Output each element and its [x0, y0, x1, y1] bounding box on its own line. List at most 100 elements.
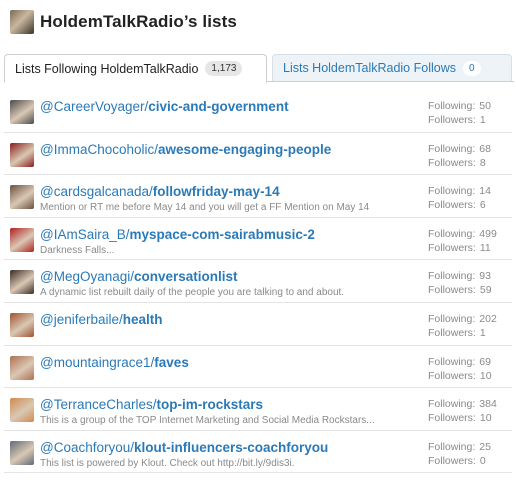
list-owner-avatar[interactable] — [10, 227, 34, 252]
list-owner: @MegOyanagi — [40, 269, 131, 285]
followers-label: Followers: — [428, 114, 476, 126]
list-owner-avatar[interactable] — [10, 312, 34, 337]
list-item: @MegOyanagi/conversationlist A dynamic l… — [4, 260, 512, 303]
list-title-link[interactable]: @jeniferbaile/health — [40, 312, 163, 327]
list-item: @mountaingrace1/faves Following: 69 Follo… — [4, 346, 512, 389]
list-owner: @jeniferbaile — [40, 311, 119, 327]
list-title-link[interactable]: @CareerVoyager/civic-and-government — [40, 99, 289, 114]
list-item: @Coachforyou/klout-influencers-coachfory… — [4, 431, 512, 474]
page-title: HoldemTalkRadio’s lists — [40, 12, 237, 31]
following-label: Following: — [428, 312, 476, 325]
following-label: Following: — [428, 355, 476, 368]
followers-count: 0 — [479, 454, 486, 467]
followers-label: Followers: — [428, 156, 476, 169]
list-stats: Following: 384 Followers: 10 — [428, 397, 497, 425]
list-slug: klout-influencers-coachforyou — [134, 439, 329, 455]
list-owner-avatar[interactable] — [10, 398, 34, 423]
list-stats: Following: 202 Followers: 1 — [428, 312, 497, 340]
list-owner: @cardsgalcanada — [40, 184, 150, 200]
list-stats: Following: 69 Followers: 10 — [428, 355, 492, 383]
tab-label: Lists Following HoldemTalkRadio — [15, 61, 199, 76]
list-description: A dynamic list rebuilt daily of the peop… — [40, 287, 345, 299]
list-title-link[interactable]: @MegOyanagi/conversationlist — [40, 269, 238, 284]
list-description: This list is powered by Klout. Check out… — [40, 457, 295, 469]
list-title-link[interactable]: @TerranceCharles/top-im-rockstars — [40, 397, 263, 412]
list-owner-avatar[interactable] — [10, 270, 34, 295]
following-count: 384 — [479, 398, 497, 411]
following-count: 69 — [479, 355, 491, 368]
list-owner: @Coachforyou — [40, 439, 131, 455]
followers-count: 1 — [479, 326, 486, 339]
list-slug: followfriday-may-14 — [152, 184, 280, 200]
following-label: Following: — [428, 440, 476, 453]
list-owner-avatar[interactable] — [10, 440, 34, 465]
list-item: @TerranceCharles/top-im-rockstars This i… — [4, 388, 512, 431]
list-title-link[interactable]: @cardsgalcanada/followfriday-may-14 — [40, 184, 280, 199]
list-owner: @ImmaChocoholic — [40, 141, 155, 157]
followers-count: 59 — [479, 284, 492, 297]
list-stats: Following: 50 Followers: 1 — [428, 99, 491, 127]
following-count: 25 — [479, 440, 491, 453]
followers-count: 8 — [479, 156, 486, 169]
list-slug: conversationlist — [134, 269, 238, 285]
followers-label: Followers: — [428, 326, 476, 339]
tab-label: Lists HoldemTalkRadio Follows — [283, 61, 456, 75]
list-slug: top-im-rockstars — [156, 397, 264, 413]
following-label: Following: — [428, 142, 476, 155]
list-title-link[interactable]: @IAmSaira_B/myspace-com-sairabmusic-2 — [40, 227, 315, 242]
followers-label: Followers: — [428, 199, 476, 212]
followers-label: Followers: — [428, 369, 476, 382]
list-slug: civic-and-government — [148, 99, 289, 114]
following-count: 93 — [479, 270, 491, 283]
tab-lists-following[interactable]: Lists Following HoldemTalkRadio 1,173 — [4, 54, 267, 83]
followers-count: 10 — [479, 412, 492, 425]
followers-count: 1 — [479, 114, 486, 126]
list-slug: faves — [154, 354, 189, 370]
following-label: Following: — [428, 185, 476, 198]
list-stats: Following: 68 Followers: 8 — [428, 142, 491, 170]
list-description: Darkness Falls... — [40, 244, 115, 256]
list-item: @IAmSaira_B/myspace-com-sairabmusic-2 Da… — [4, 218, 512, 261]
followers-label: Followers: — [428, 284, 476, 297]
tab-lists-follows[interactable]: Lists HoldemTalkRadio Follows 0 — [272, 54, 512, 81]
followers-count: 11 — [479, 241, 491, 254]
list-owner: @mountaingrace1 — [40, 354, 151, 370]
list-title-link[interactable]: @mountaingrace1/faves — [40, 355, 189, 370]
list-description: Mention or RT me before May 14 and you w… — [40, 202, 370, 214]
list-stats: Following: 93 Followers: 59 — [428, 269, 492, 297]
following-count: 499 — [479, 227, 497, 240]
list-item: @jeniferbaile/health Following: 202 Follo… — [4, 303, 512, 346]
following-count: 202 — [479, 312, 497, 325]
list-owner-avatar[interactable] — [10, 355, 34, 380]
following-count: 14 — [479, 185, 491, 198]
list-slug: awesome-engaging-people — [158, 141, 332, 157]
followers-count: 10 — [479, 369, 492, 382]
list-owner-avatar[interactable] — [10, 100, 34, 124]
list-title-link[interactable]: @ImmaChocoholic/awesome-engaging-people — [40, 142, 331, 157]
followers-label: Followers: — [428, 454, 476, 467]
list-title-link[interactable]: @Coachforyou/klout-influencers-coachfory… — [40, 440, 328, 455]
list-stats: Following: 499 Followers: 11 — [428, 227, 497, 255]
followers-count: 6 — [479, 199, 486, 212]
following-label: Following: — [428, 398, 476, 411]
following-label: Following: — [428, 227, 476, 240]
following-count: 50 — [479, 100, 491, 112]
list-stats: Following: 14 Followers: 6 — [428, 184, 491, 212]
list-description: This is a group of the TOP Internet Mark… — [40, 415, 375, 427]
list-slug: myspace-com-sairabmusic-2 — [129, 226, 315, 242]
lists-container: @CareerVoyager/civic-and-government Foll… — [4, 90, 512, 474]
list-owner-avatar[interactable] — [10, 142, 34, 167]
tab-bar: Lists Following HoldemTalkRadio 1,173 Li… — [4, 54, 514, 83]
following-label: Following: — [428, 100, 476, 112]
list-stats: Following: 25 Followers: 0 — [428, 440, 491, 468]
list-owner-avatar[interactable] — [10, 185, 34, 210]
followers-label: Followers: — [428, 241, 476, 254]
followers-label: Followers: — [428, 412, 476, 425]
profile-avatar[interactable] — [10, 10, 34, 34]
list-item: @CareerVoyager/civic-and-government Foll… — [4, 90, 512, 133]
list-item: @ImmaChocoholic/awesome-engaging-people … — [4, 133, 512, 176]
list-owner: @CareerVoyager — [40, 99, 145, 114]
list-owner: @TerranceCharles — [40, 397, 153, 413]
following-count: 68 — [479, 142, 491, 155]
list-owner: @IAmSaira_B — [40, 226, 126, 242]
